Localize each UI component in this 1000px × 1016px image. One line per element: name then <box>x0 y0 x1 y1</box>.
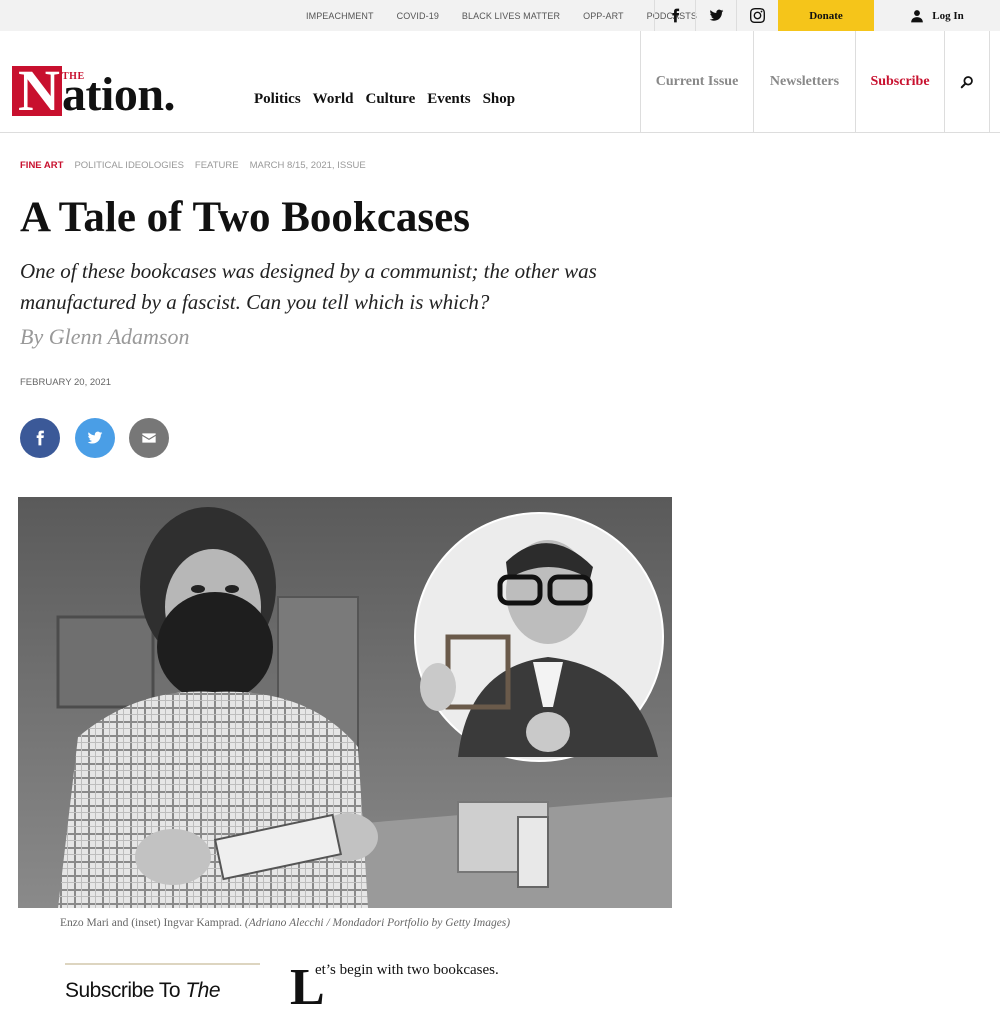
newsletters-link[interactable]: Newsletters <box>753 31 855 132</box>
facebook-link[interactable] <box>654 0 695 31</box>
instagram-link[interactable] <box>736 0 777 31</box>
article-body-first-line: et’s begin with two bookcases. <box>315 962 499 978</box>
article-tags: FINE ART POLITICAL IDEOLOGIES FEATURE MA… <box>20 160 366 171</box>
hero-image <box>18 497 672 908</box>
nav-events[interactable]: Events <box>427 91 470 108</box>
tag-fine-art[interactable]: FINE ART <box>20 160 63 171</box>
tag-issue[interactable]: MARCH 8/15, 2021, ISSUE <box>250 160 366 171</box>
hero-photo-illustration <box>18 497 672 908</box>
utility-bar: IMPEACHMENT COVID-19 BLACK LIVES MATTER … <box>0 0 1000 31</box>
nav-culture[interactable]: Culture <box>366 91 416 108</box>
article-title: A Tale of Two Bookcases <box>20 194 470 241</box>
subscribe-box-rule <box>65 963 260 965</box>
nav-shop[interactable]: Shop <box>483 91 516 108</box>
search-button[interactable] <box>944 31 990 132</box>
facebook-icon <box>671 8 679 23</box>
facebook-icon <box>36 430 44 446</box>
subscribe-box-heading: Subscribe To The <box>65 979 221 1003</box>
main-nav: Politics World Culture Events Shop <box>254 91 515 108</box>
subscribe-link[interactable]: Subscribe <box>855 31 944 132</box>
article-date: FEBRUARY 20, 2021 <box>20 377 112 388</box>
share-facebook-button[interactable] <box>20 418 60 458</box>
topic-link-opp-art[interactable]: OPP-ART <box>583 11 624 21</box>
topic-link-blm[interactable]: BLACK LIVES MATTER <box>462 11 560 21</box>
caption-credit: (Adriano Alecchi / Mondadori Portfolio b… <box>244 917 511 929</box>
twitter-link[interactable] <box>695 0 736 31</box>
subscribe-heading-italic: The <box>185 979 221 1002</box>
logo-wordmark: ation. <box>62 68 176 121</box>
nav-politics[interactable]: Politics <box>254 91 301 108</box>
image-caption: Enzo Mari and (inset) Ingvar Kamprad. (A… <box>60 917 510 929</box>
site-logo[interactable]: N THE ation. <box>12 62 187 121</box>
share-email-button[interactable] <box>129 418 169 458</box>
logo-letter-n: N <box>18 58 60 123</box>
tag-political-ideologies[interactable]: POLITICAL IDEOLOGIES <box>74 160 183 171</box>
twitter-icon <box>709 9 723 21</box>
donate-button[interactable]: Donate <box>778 0 874 31</box>
twitter-icon <box>87 431 103 444</box>
login-label: Log In <box>932 9 964 22</box>
search-icon <box>960 75 973 88</box>
article-byline[interactable]: By Glenn Adamson <box>20 324 189 350</box>
nav-world[interactable]: World <box>313 91 354 108</box>
subscribe-heading-text: Subscribe To <box>65 979 186 1002</box>
site-header: N THE ation. Politics World Culture Even… <box>0 31 1000 133</box>
instagram-icon <box>749 8 765 23</box>
caption-text: Enzo Mari and (inset) Ingvar Kamprad. <box>60 917 243 929</box>
topic-link-covid[interactable]: COVID-19 <box>397 11 439 21</box>
tag-feature[interactable]: FEATURE <box>195 160 239 171</box>
current-issue-link[interactable]: Current Issue <box>640 31 753 132</box>
login-button[interactable]: Log In <box>874 0 1000 31</box>
article-dek: One of these bookcases was designed by a… <box>20 259 597 314</box>
share-twitter-button[interactable] <box>75 418 115 458</box>
email-icon <box>142 433 156 443</box>
user-icon <box>911 9 924 22</box>
topic-link-impeachment[interactable]: IMPEACHMENT <box>306 11 374 21</box>
